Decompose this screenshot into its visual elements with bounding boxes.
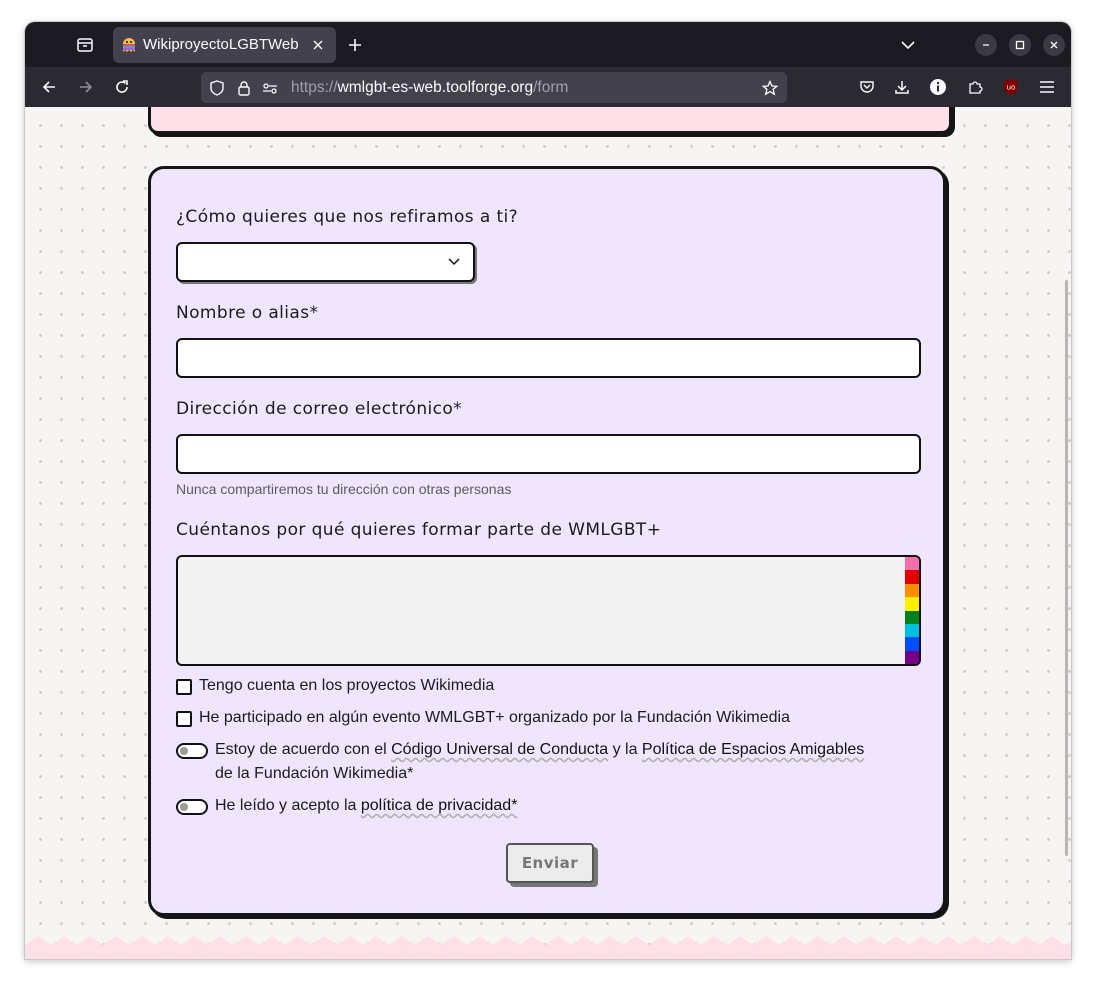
menu-hamburger-icon[interactable] <box>1037 77 1057 97</box>
rainbow-stripe <box>905 610 919 624</box>
conduct-toggle[interactable] <box>176 743 208 759</box>
shield-icon[interactable] <box>207 78 227 98</box>
pronoun-select[interactable] <box>176 242 475 282</box>
rainbow-stripe <box>905 557 919 571</box>
firefox-view-icon[interactable] <box>75 35 95 55</box>
rainbow-stripe <box>905 637 919 651</box>
name-label: Nombre o alias* <box>176 303 319 323</box>
conduct-text-1: Estoy de acuerdo con el <box>215 741 392 758</box>
rainbow-stripe <box>905 650 919 664</box>
rainbow-stripe <box>905 583 919 598</box>
reason-textarea[interactable] <box>176 555 921 666</box>
name-input[interactable] <box>176 338 921 378</box>
back-icon[interactable] <box>39 77 59 97</box>
url-domain: wmlgbt-es-web.toolforge.org <box>337 79 534 96</box>
tab-wikiproyecto[interactable]: WikiproyectoLGBTWeb <box>113 27 336 63</box>
conduct-text-2: y la <box>608 741 642 758</box>
tab-bar: WikiproyectoLGBTWeb <box>25 22 1071 67</box>
list-all-tabs-icon[interactable] <box>898 35 918 55</box>
permissions-icon[interactable] <box>260 78 280 98</box>
rainbow-stripe <box>905 597 919 611</box>
event-checkbox[interactable] <box>176 711 192 727</box>
submit-button[interactable]: Enviar <box>506 843 594 883</box>
info-extension-icon[interactable] <box>928 77 948 97</box>
conduct-label-continued: de la Fundación Wikimedia* <box>215 765 414 782</box>
scrollbar-thumb[interactable] <box>1065 280 1068 856</box>
pronoun-label: ¿Cómo quieres que nos refiramos a ti? <box>176 207 519 227</box>
email-input[interactable] <box>176 434 921 474</box>
code-of-conduct-link[interactable]: Código Universal de Conducta <box>391 741 608 758</box>
privacy-label: He leído y acepto la política de privaci… <box>215 797 517 815</box>
email-label: Dirección de correo electrónico* <box>176 399 463 419</box>
url-scheme: https:// <box>291 79 338 96</box>
zigzag-footer-border <box>25 936 1071 959</box>
email-help-text: Nunca compartiremos tu dirección con otr… <box>176 481 512 497</box>
navigation-toolbar: https://wmlgbt-es-web.toolforge.org/form… <box>25 67 1071 107</box>
ublock-origin-icon[interactable]: uo <box>1001 77 1021 97</box>
account-checkbox-label: Tengo cuenta en los proyectos Wikimedia <box>199 677 495 694</box>
event-checkbox-label: He participado en algún evento WMLGBT+ o… <box>199 709 790 726</box>
address-bar[interactable]: https://wmlgbt-es-web.toolforge.org/form <box>201 72 787 103</box>
maximize-icon[interactable] <box>1009 34 1031 56</box>
close-tab-icon[interactable] <box>309 36 327 54</box>
privacy-toggle[interactable] <box>176 799 208 815</box>
account-checkbox[interactable] <box>176 679 192 695</box>
bookmark-star-icon[interactable] <box>760 78 780 98</box>
svg-text:uo: uo <box>1007 84 1016 92</box>
chevron-down-icon <box>447 255 461 269</box>
new-tab-icon[interactable] <box>345 35 365 55</box>
browser-window: WikiproyectoLGBTWeb https://wmlgbt-es-we… <box>25 22 1071 959</box>
downloads-icon[interactable] <box>892 77 912 97</box>
privacy-policy-link[interactable]: política de privacidad* <box>361 797 518 814</box>
previous-card <box>148 107 952 134</box>
friendly-space-policy-link[interactable]: Política de Espacios Amigables <box>642 741 864 758</box>
privacy-text: He leído y acepto la <box>215 797 361 814</box>
reload-icon[interactable] <box>112 77 132 97</box>
rainbow-stripe <box>905 623 919 638</box>
lock-icon[interactable] <box>234 78 254 98</box>
rainbow-resize-handle[interactable] <box>905 557 919 664</box>
close-window-icon[interactable] <box>1043 34 1065 56</box>
membership-form-card: ¿Cómo quieres que nos refiramos a ti? No… <box>148 166 946 916</box>
url-path: /form <box>533 79 569 96</box>
ghost-favicon-icon <box>121 37 137 53</box>
url-text: https://wmlgbt-es-web.toolforge.org/form <box>291 79 568 97</box>
forward-icon[interactable] <box>76 77 96 97</box>
conduct-label: Estoy de acuerdo con el Código Universal… <box>215 741 864 759</box>
tab-title: WikiproyectoLGBTWeb <box>143 36 299 53</box>
pocket-icon[interactable] <box>857 77 877 97</box>
page-content: ¿Cómo quieres que nos refiramos a ti? No… <box>25 107 1071 959</box>
reason-label: Cuéntanos por qué quieres formar parte d… <box>176 520 662 540</box>
rainbow-stripe <box>905 570 919 584</box>
minimize-icon[interactable] <box>975 34 997 56</box>
extensions-puzzle-icon[interactable] <box>965 77 985 97</box>
